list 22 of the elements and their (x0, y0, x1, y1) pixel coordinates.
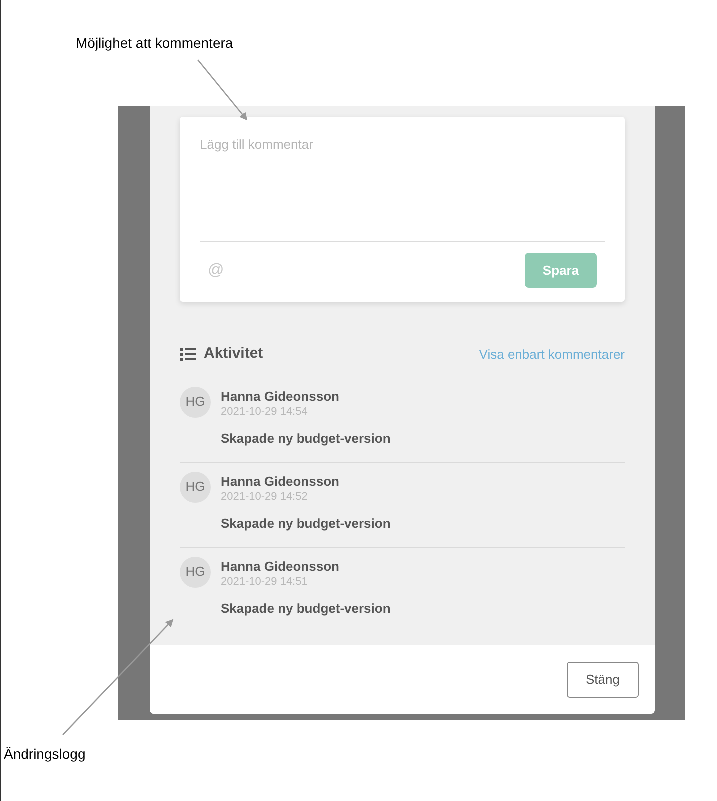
annotation-label: Ändringslogg (4, 745, 86, 764)
comment-field[interactable]: Lägg till kommentar @ Spara (180, 117, 625, 302)
activity-text: Skapade ny budget-version (221, 430, 391, 448)
annotation-arrow (198, 60, 248, 121)
timestamp: 2021-10-29 14:54 (221, 404, 309, 418)
activity-text: Skapade ny budget-version (221, 514, 391, 533)
user-avatar: HG (180, 386, 211, 418)
user-avatar: HG (180, 472, 211, 502)
activity-title: Aktivitet (204, 344, 264, 364)
user-name: Hanna Gideonsson (221, 474, 340, 490)
user-name: Hanna Gideonsson (221, 558, 340, 574)
mention-button[interactable]: @ (208, 258, 224, 282)
user-avatar: HG (180, 556, 211, 588)
timestamp: 2021-10-29 14:51 (221, 574, 309, 588)
comments-filter-link[interactable]: Visa enbart kommentarer (479, 344, 625, 364)
list-icon (180, 348, 196, 361)
save-button[interactable]: Spara (525, 253, 597, 288)
timestamp: 2021-10-29 14:52 (221, 490, 309, 504)
close-button[interactable]: Stäng (567, 662, 639, 698)
annotation-label: Möjlighet att kommentera (76, 34, 234, 53)
user-name: Hanna Gideonsson (221, 388, 340, 404)
activity-text: Skapade ny budget-version (221, 600, 391, 618)
